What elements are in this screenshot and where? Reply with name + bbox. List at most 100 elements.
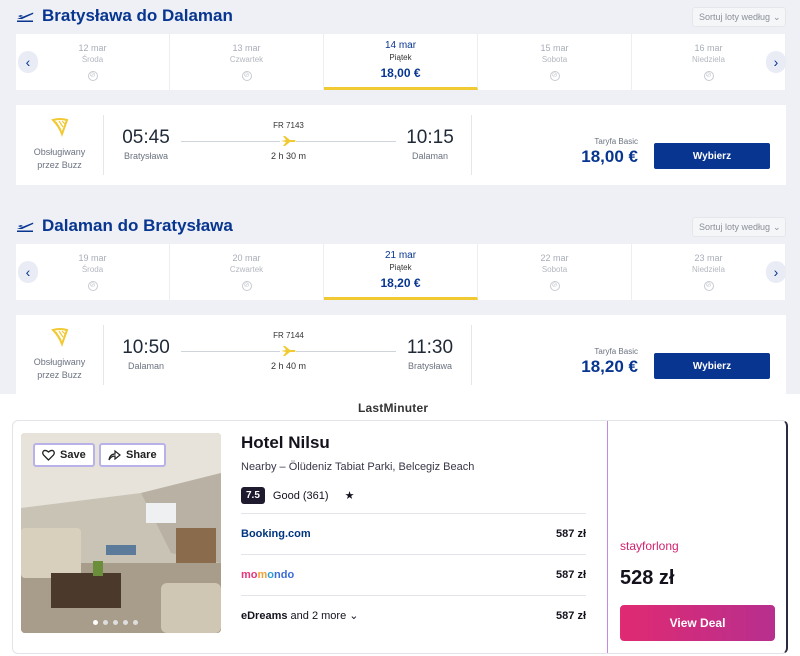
date-option[interactable]: 23 mar Niedziela ⊘ [632,244,786,300]
weekday-label: Niedziela [692,265,725,274]
fare-label: Taryfa Basic [594,347,638,356]
date-option[interactable]: 22 mar Sobota ⊘ [478,244,632,300]
chevron-down-icon: ⌄ [349,610,359,622]
select-flight-button[interactable]: Wybierz [654,143,770,169]
harp-logo-icon [50,118,68,137]
sort-dropdown[interactable]: Sortuj loty według ⌄ [692,217,786,237]
date-option-selected[interactable]: 14 mar Piątek 18,00 € [324,34,478,90]
plane-icon [280,344,296,358]
flight-number: FR 7143 [273,121,304,130]
flight-card: Obsługiwany przez Buzz 05:45 Bratysława … [16,105,786,185]
select-flight-button[interactable]: Wybierz [654,353,770,379]
date-label: 23 mar [694,253,723,263]
hotel-ad: LastMinuter Save Share Hotel Nilsu Nearb… [0,394,800,656]
share-label: Share [126,449,157,461]
prev-dates-button[interactable]: ‹ [18,261,38,283]
date-label: 19 mar [78,253,107,263]
departure-city: Bratysława [123,151,168,161]
arrival-city: Dalaman [411,151,449,161]
departure: 10:50 Dalaman [116,337,176,371]
departure-time: 10:50 [122,337,170,358]
plane-icon [280,134,296,148]
chevron-down-icon: ⌄ [773,11,781,22]
share-button[interactable]: Share [99,443,166,467]
edreams-label: eDreams [241,610,288,622]
flight-route: FR 7143 2 h 30 m [181,121,396,161]
date-label: 14 mar [384,40,417,51]
no-flights-icon: ⊘ [241,281,252,291]
weekday-label: Sobota [541,55,568,64]
hotel-card[interactable]: Save Share Hotel Nilsu Nearby – Ölüdeniz… [12,420,788,654]
operator: Obsługiwany przez Buzz [16,325,104,385]
sort-label: Sortuj loty według [699,222,771,232]
date-option[interactable]: 12 mar Środa ⊘ [16,34,170,90]
divider [471,115,472,175]
arrival-city: Bratysława [407,361,452,371]
outbound-title: Bratysława do Dalaman [42,6,233,25]
date-label: 22 mar [540,253,569,263]
weekday-label: Czwartek [229,265,264,274]
flight-route: FR 7144 2 h 40 m [181,331,396,371]
provider-row[interactable]: momondo 587 zł [241,554,586,594]
date-option[interactable]: 19 mar Środa ⊘ [16,244,170,300]
operator-line2: przez Buzz [37,160,82,170]
date-price: 18,20 € [380,276,421,290]
share-icon [108,449,121,461]
next-dates-button[interactable]: › [766,261,786,283]
fare-price: 18,00 € [581,147,638,166]
carousel-dots [93,620,138,625]
date-option-selected[interactable]: 21 mar Piątek 18,20 € [324,244,478,300]
prev-dates-button[interactable]: ‹ [18,51,38,73]
operator: Obsługiwany przez Buzz [16,115,104,175]
provider-row[interactable]: eDreams and 2 more ⌄ 587 zł [241,595,586,635]
no-flights-icon: ⊘ [703,71,714,81]
weekday-label: Sobota [541,265,568,274]
hotel-name[interactable]: Hotel Nilsu [241,433,330,453]
provider-name: eDreams and 2 more ⌄ [241,609,358,622]
operator-line2: przez Buzz [37,370,82,380]
date-label: 21 mar [384,250,417,261]
save-button[interactable]: Save [33,443,95,467]
arrival: 10:15 Dalaman [400,127,460,161]
date-price: 18,00 € [380,66,421,80]
no-flights-icon: ⊘ [549,71,560,81]
provider-price: 587 zł [556,527,586,540]
no-flights-icon: ⊘ [549,281,560,291]
date-selector: ‹ 12 mar Środa ⊘ 13 mar Czwartek ⊘ 14 mar Pią… [16,34,786,90]
date-label: 13 mar [232,43,261,53]
date-option[interactable]: 13 mar Czwartek ⊘ [170,34,324,90]
star-icon: ★ [344,490,355,502]
takeoff-icon [17,12,34,22]
hotel-photo[interactable]: Save Share [21,433,221,633]
date-option[interactable]: 20 mar Czwartek ⊘ [170,244,324,300]
date-option[interactable]: 16 mar Niedziela ⊘ [632,34,786,90]
operator-line1: Obsługiwany [33,357,86,367]
flight-duration: 2 h 30 m [270,151,307,161]
no-flights-icon: ⊘ [703,281,714,291]
arrival-time: 10:15 [406,127,454,148]
sort-dropdown[interactable]: Sortuj loty według ⌄ [692,7,786,27]
arrival: 11:30 Bratysława [400,337,460,371]
no-flights-icon: ⊘ [87,281,98,291]
departure-city: Dalaman [127,361,165,371]
more-providers-label: and 2 more [290,610,347,622]
date-label: 16 mar [694,43,723,53]
inbound-title: Dalaman do Bratysława [42,216,233,235]
no-flights-icon: ⊘ [241,71,252,81]
fare-label: Taryfa Basic [594,137,638,146]
chevron-down-icon: ⌄ [773,221,781,232]
flight-number: FR 7144 [273,331,304,340]
date-option[interactable]: 15 mar Sobota ⊘ [478,34,632,90]
date-label: 12 mar [78,43,107,53]
deal-price: 528 zł [620,567,675,589]
deal-provider-logo: stayforlong [620,539,679,553]
flight-card: Obsługiwany przez Buzz 10:50 Dalaman FR … [16,315,786,395]
view-deal-button[interactable]: View Deal [620,605,775,641]
fare: Taryfa Basic 18,00 € [556,137,638,167]
provider-row[interactable]: Booking.com 587 zł [241,513,586,553]
date-selector: ‹ 19 mar Środa ⊘ 20 mar Czwartek ⊘ 21 mar Pią… [16,244,786,300]
date-label: 20 mar [232,253,261,263]
hotel-nearby: Nearby – Ölüdeniz Tabiat Parki, Belcegiz… [241,461,475,473]
provider-price: 587 zł [556,609,586,622]
next-dates-button[interactable]: › [766,51,786,73]
